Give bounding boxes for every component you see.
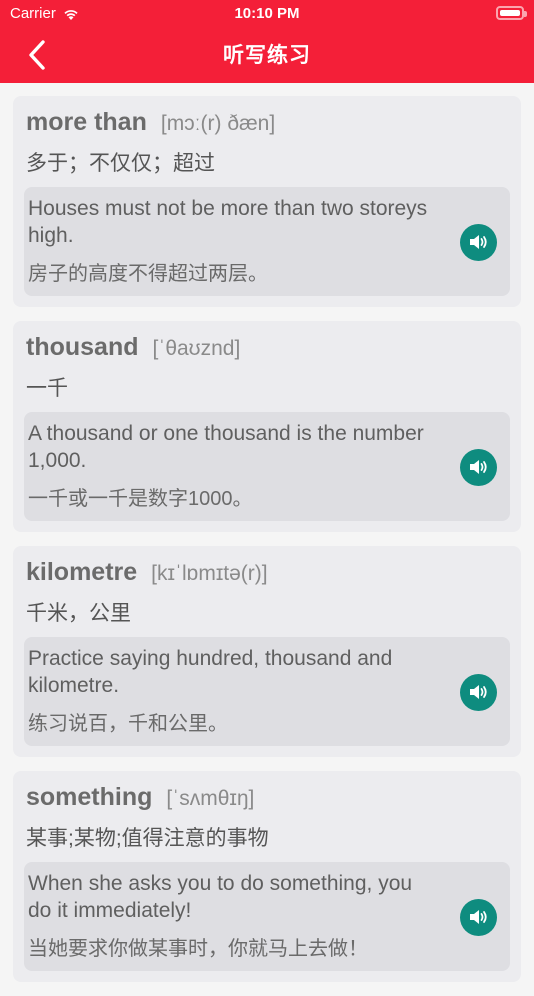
status-time: 10:10 PM (234, 5, 300, 22)
word-header: something [ˈsʌmθɪŋ] (24, 783, 510, 812)
phonetic-text: [mɔː(r) ðæn] (160, 112, 276, 135)
word-card: something [ˈsʌmθɪŋ] 某事;某物;值得注意的事物 When s… (13, 771, 521, 982)
word-header: thousand [ˈθaʊznd] (24, 333, 510, 362)
example-english: When she asks you to do something, you d… (28, 872, 413, 922)
example-box: Houses must not be more than two storeys… (24, 187, 510, 296)
page-title: 听写练习 (223, 44, 311, 67)
phonetic-text: [ˈθaʊznd] (152, 337, 241, 360)
example-chinese: 一千或一千是数字1000。 (28, 488, 253, 510)
example-box: A thousand or one thousand is the number… (24, 412, 510, 521)
nav-bar: Carrier 10:10 PM 听写练习 (0, 0, 534, 83)
speaker-icon (469, 910, 487, 924)
battery-icon (496, 6, 527, 20)
example-chinese: 当她要求你做某事时，你就马上去做！ (28, 938, 368, 960)
phonetic-text: [kɪˈlɒmɪtə(r)] (151, 562, 268, 585)
word-text: thousand (26, 333, 139, 361)
word-card: thousand [ˈθaʊznd] 一千 A thousand or one … (13, 321, 521, 532)
example-english: Practice saying hundred, thousand and ki… (28, 647, 393, 697)
example-chinese: 房子的高度不得超过两层。 (28, 263, 268, 285)
status-bar: Carrier 10:10 PM (0, 0, 534, 30)
word-list: more than [mɔː(r) ðæn] 多于；不仅仅；超过 Houses … (13, 96, 521, 996)
meaning-text: 千米，公里 (26, 602, 131, 625)
word-header: more than [mɔː(r) ðæn] (24, 108, 510, 137)
meaning-text: 多于；不仅仅；超过 (26, 152, 215, 175)
word-card: more than [mɔː(r) ðæn] 多于；不仅仅；超过 Houses … (13, 96, 521, 307)
speaker-icon (469, 460, 487, 474)
word-header: kilometre [kɪˈlɒmɪtə(r)] (24, 558, 510, 587)
speaker-icon (469, 685, 487, 699)
word-text: more than (26, 108, 147, 136)
phonetic-text: [ˈsʌmθɪŋ] (166, 787, 255, 810)
example-english: Houses must not be more than two storeys… (28, 197, 428, 247)
example-english: A thousand or one thousand is the number… (28, 422, 424, 472)
speaker-icon (469, 235, 487, 249)
example-box: Practice saying hundred, thousand and ki… (24, 637, 510, 746)
example-chinese: 练习说百，千和公里。 (28, 713, 228, 735)
meaning-text: 某事;某物;值得注意的事物 (26, 827, 269, 850)
speaker-button[interactable] (460, 898, 497, 936)
example-box: When she asks you to do something, you d… (24, 862, 510, 971)
speaker-button[interactable] (460, 448, 497, 486)
meaning-text: 一千 (26, 377, 68, 400)
word-text: something (26, 783, 153, 811)
word-text: kilometre (26, 558, 138, 586)
word-card: kilometre [kɪˈlɒmɪtə(r)] 千米，公里 Practice … (13, 546, 521, 757)
speaker-button[interactable] (460, 673, 497, 711)
speaker-button[interactable] (460, 223, 497, 261)
